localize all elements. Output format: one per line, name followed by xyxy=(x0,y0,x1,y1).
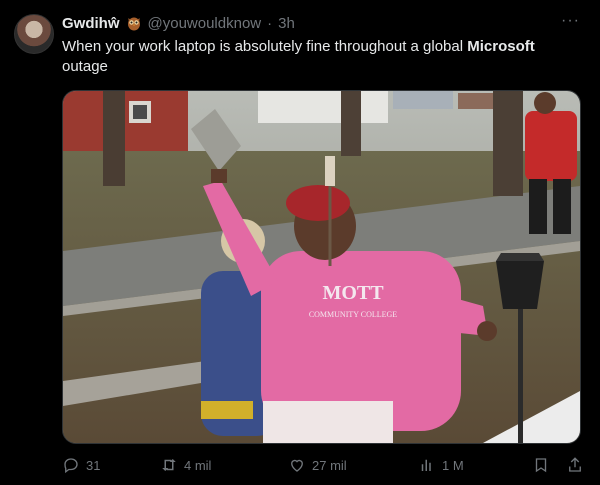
reply-button[interactable]: 31 xyxy=(62,456,160,474)
views-button[interactable]: 1 M xyxy=(418,456,528,474)
more-options-icon[interactable]: ··· xyxy=(561,12,580,30)
author-name[interactable]: Gwdihŵ xyxy=(62,15,120,32)
bookmark-button[interactable] xyxy=(532,456,550,474)
tweet-text: When your work laptop is absolutely fine… xyxy=(62,37,572,77)
share-button[interactable] xyxy=(566,456,584,474)
tweet-text-start: When your work laptop is absolutely fine… xyxy=(62,38,468,55)
reply-icon xyxy=(64,458,78,474)
tweet-text-bold: Microsoft xyxy=(467,38,535,55)
heart-icon xyxy=(291,459,303,472)
tweet-time[interactable]: 3h xyxy=(278,15,295,32)
views-count: 1 M xyxy=(442,457,464,473)
sweatshirt-text-line2: COMMUNITY COLLEGE xyxy=(309,310,397,319)
tweet-text-end: outage xyxy=(62,58,108,75)
avatar[interactable] xyxy=(14,14,54,54)
tweet-media-image[interactable]: MOTT COMMUNITY COLLEGE xyxy=(62,90,581,444)
owl-emoji-icon xyxy=(126,15,142,31)
retweet-button[interactable]: 4 mil xyxy=(160,456,288,474)
reply-count: 31 xyxy=(86,457,101,473)
retweet-count: 4 mil xyxy=(184,457,212,473)
action-group-right xyxy=(532,456,584,474)
like-button[interactable]: 27 mil xyxy=(288,456,418,474)
like-count: 27 mil xyxy=(312,457,347,473)
tweet-actions-bar: 31 4 mil 27 mil 1 M xyxy=(62,455,584,475)
bookmark-icon xyxy=(535,458,547,473)
tweet-header: Gwdihŵ @youwouldknow · 3h xyxy=(62,13,580,33)
views-icon xyxy=(421,459,431,471)
retweet-icon xyxy=(162,459,176,471)
share-icon xyxy=(569,457,581,472)
separator-dot: · xyxy=(267,14,273,32)
sweatshirt-text-line1: MOTT xyxy=(322,282,384,304)
author-handle[interactable]: @youwouldknow xyxy=(148,15,262,32)
